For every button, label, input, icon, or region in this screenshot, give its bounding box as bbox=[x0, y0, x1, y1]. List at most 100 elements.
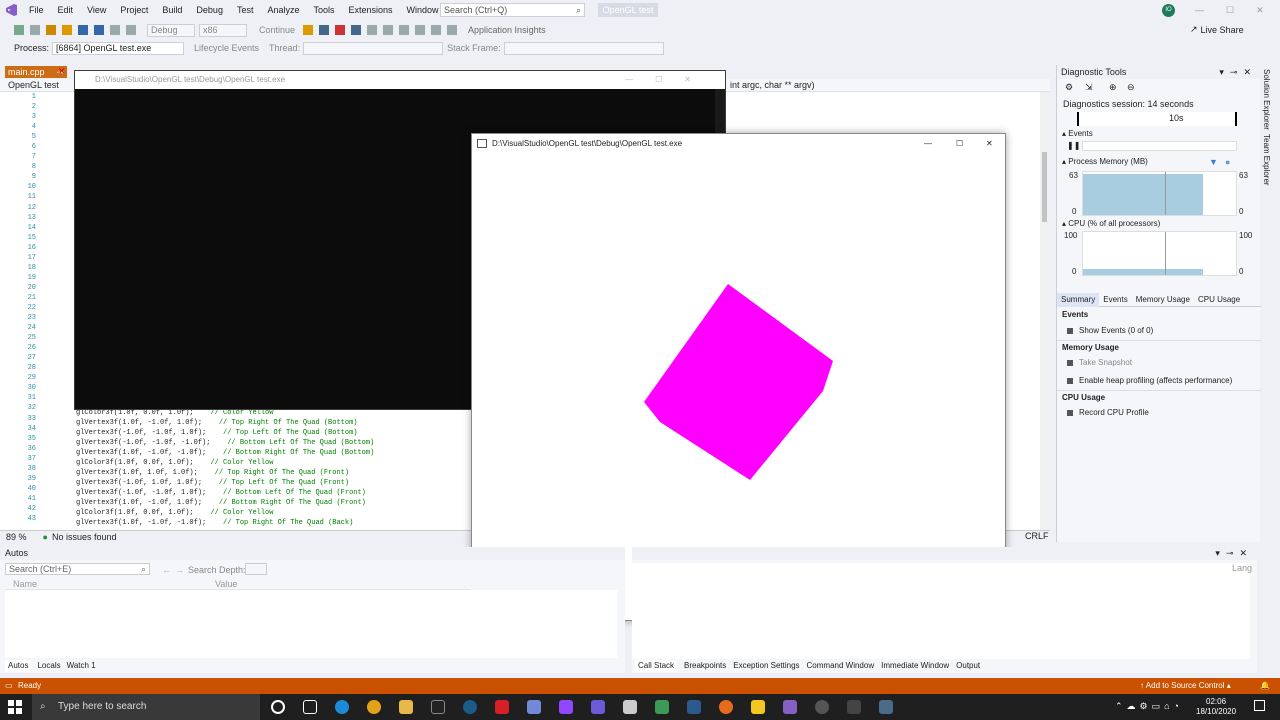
menu-analyze[interactable]: Analyze bbox=[260, 0, 306, 20]
edge-icon[interactable] bbox=[335, 700, 349, 714]
timeline-ruler[interactable]: 10s bbox=[1077, 112, 1237, 126]
steam-icon[interactable] bbox=[463, 700, 477, 714]
avatar[interactable]: IO bbox=[1162, 4, 1175, 17]
process-dropdown[interactable]: [6864] OpenGL test.exe bbox=[52, 41, 185, 55]
pause-icon[interactable]: ❚❚ bbox=[1067, 141, 1080, 150]
zoom-in-icon[interactable]: ⊕ bbox=[1109, 82, 1117, 93]
zoom-out-icon[interactable]: ⊖ bbox=[1127, 82, 1135, 93]
sticky-notes-icon[interactable] bbox=[751, 700, 765, 714]
lifecycle-events[interactable]: Lifecycle Events bbox=[194, 43, 259, 53]
settings-icon[interactable]: ⚙ bbox=[1065, 82, 1073, 93]
save-icon[interactable] bbox=[78, 25, 88, 35]
step-out-icon[interactable] bbox=[399, 25, 410, 35]
close-icon[interactable]: ✕ bbox=[1256, 5, 1264, 16]
tab-memory-usage[interactable]: Memory Usage bbox=[1132, 295, 1194, 304]
origin-icon[interactable] bbox=[719, 700, 733, 714]
take-snapshot-button[interactable]: Take Snapshot bbox=[1057, 354, 1261, 372]
taskbar-search[interactable]: ⌕ Type here to search bbox=[32, 694, 260, 720]
menu-debug[interactable]: Debug bbox=[189, 0, 230, 20]
netflix-icon[interactable] bbox=[495, 700, 509, 714]
menu-test[interactable]: Test bbox=[230, 0, 261, 20]
source-control-button[interactable]: ↑ Add to Source Control ▴ bbox=[1140, 678, 1231, 694]
col-name[interactable]: Name bbox=[13, 579, 37, 589]
minimize-icon[interactable]: — bbox=[1195, 5, 1204, 15]
panel-controls[interactable]: ▾⊸✕ bbox=[1215, 548, 1253, 559]
export-icon[interactable]: ⇲ bbox=[1085, 82, 1093, 93]
action-center-icon[interactable] bbox=[1254, 700, 1265, 711]
scroll-thumb[interactable] bbox=[1042, 152, 1047, 222]
app-icon[interactable] bbox=[591, 700, 605, 714]
project-dropdown[interactable]: OpenGL test bbox=[8, 80, 59, 90]
tab-locals[interactable]: Locals bbox=[37, 660, 60, 672]
tab-watch-1[interactable]: Watch 1 bbox=[67, 660, 96, 672]
memory-graph[interactable] bbox=[1082, 171, 1237, 216]
close-icon[interactable]: ✕ bbox=[986, 134, 993, 154]
notifications-icon[interactable]: 🔔 bbox=[1260, 678, 1270, 694]
stop-icon[interactable] bbox=[335, 25, 346, 35]
config-dropdown[interactable]: Debug bbox=[147, 23, 195, 37]
tab-call-stack[interactable]: Call Stack bbox=[635, 660, 678, 672]
comment-icon[interactable] bbox=[415, 25, 426, 35]
app-icon-2[interactable] bbox=[687, 700, 701, 714]
record-cpu-profile-button[interactable]: Record CPU Profile bbox=[1057, 404, 1261, 422]
snapshot-marker-icon[interactable]: ● bbox=[1225, 157, 1230, 167]
twitch-icon[interactable] bbox=[559, 700, 573, 714]
step-into-icon[interactable] bbox=[367, 25, 378, 35]
menu-extensions[interactable]: Extensions bbox=[342, 0, 400, 20]
application-insights[interactable]: Application Insights bbox=[468, 25, 546, 35]
tab-cpu-usage[interactable]: CPU Usage bbox=[1194, 295, 1244, 304]
close-tab-icon[interactable]: ✕ bbox=[58, 66, 66, 77]
file-explorer-icon[interactable] bbox=[399, 700, 413, 714]
break-all-icon[interactable] bbox=[319, 25, 330, 35]
system-tray-icons[interactable]: ⌃☁⚙▭⌂◔ bbox=[1115, 701, 1183, 712]
zoom-level[interactable]: 89 % bbox=[6, 532, 27, 542]
undo-icon[interactable] bbox=[110, 25, 120, 35]
epic-games-icon[interactable] bbox=[431, 700, 445, 714]
cpu-graph[interactable] bbox=[1082, 231, 1237, 276]
cortana-icon[interactable] bbox=[271, 700, 285, 714]
clock[interactable]: 02:06 18/10/2020 bbox=[1196, 697, 1236, 717]
line-ending[interactable]: CRLF bbox=[1025, 531, 1049, 541]
tab-immediate-window[interactable]: Immediate Window bbox=[881, 660, 949, 672]
menu-edit[interactable]: Edit bbox=[51, 0, 81, 20]
discord-icon[interactable] bbox=[527, 700, 541, 714]
xbox-icon[interactable] bbox=[655, 700, 669, 714]
tab-output[interactable]: Output bbox=[956, 660, 980, 672]
stack-frame-dropdown[interactable] bbox=[503, 41, 664, 55]
windows-start-icon[interactable] bbox=[8, 700, 22, 714]
menu-tools[interactable]: Tools bbox=[307, 0, 342, 20]
menu-window[interactable]: Window bbox=[400, 0, 446, 20]
opengl-taskbar-icon[interactable] bbox=[879, 700, 893, 714]
hot-reload-icon[interactable] bbox=[303, 25, 314, 35]
menu-project[interactable]: Project bbox=[113, 0, 155, 20]
call-stack-grid[interactable]: Lang bbox=[632, 563, 1252, 659]
events-track[interactable] bbox=[1082, 141, 1237, 151]
tab-command-window[interactable]: Command Window bbox=[807, 660, 875, 672]
tab-team-explorer[interactable]: Team Explorer bbox=[1262, 134, 1271, 186]
maximize-icon[interactable]: ☐ bbox=[1226, 5, 1234, 16]
col-lang[interactable]: Lang bbox=[1232, 563, 1252, 573]
redo-icon[interactable] bbox=[126, 25, 136, 35]
tab-solution-explorer[interactable]: Solution Explorer bbox=[1262, 69, 1271, 130]
menu-build[interactable]: Build bbox=[155, 0, 189, 20]
show-events-link[interactable]: Show Events (0 of 0) bbox=[1057, 322, 1261, 340]
task-view-icon[interactable] bbox=[303, 700, 317, 714]
search-back-icon[interactable]: ← bbox=[162, 565, 171, 575]
open-file-icon[interactable] bbox=[62, 25, 72, 35]
thread-dropdown[interactable] bbox=[303, 41, 444, 55]
autos-grid[interactable] bbox=[5, 590, 617, 658]
tab-breakpoints[interactable]: Breakpoints bbox=[684, 660, 726, 672]
unity-icon[interactable] bbox=[815, 700, 829, 714]
step-over-icon[interactable] bbox=[383, 25, 394, 35]
panel-controls[interactable]: ▾⊸✕ bbox=[1219, 65, 1257, 79]
minimize-icon[interactable]: — bbox=[924, 134, 932, 154]
back-icon[interactable] bbox=[14, 25, 24, 35]
tab-exception-settings[interactable]: Exception Settings bbox=[733, 660, 799, 672]
member-dropdown[interactable]: int argc, char ** argv) bbox=[730, 80, 815, 90]
menu-view[interactable]: View bbox=[80, 0, 113, 20]
maximize-icon[interactable]: ☐ bbox=[956, 134, 963, 154]
platform-dropdown[interactable]: x86 bbox=[199, 23, 247, 37]
console-window-controls[interactable]: —☐✕ bbox=[625, 71, 713, 89]
search-input[interactable]: Search (Ctrl+Q) ⌕ bbox=[440, 3, 585, 17]
new-project-icon[interactable] bbox=[46, 25, 56, 35]
